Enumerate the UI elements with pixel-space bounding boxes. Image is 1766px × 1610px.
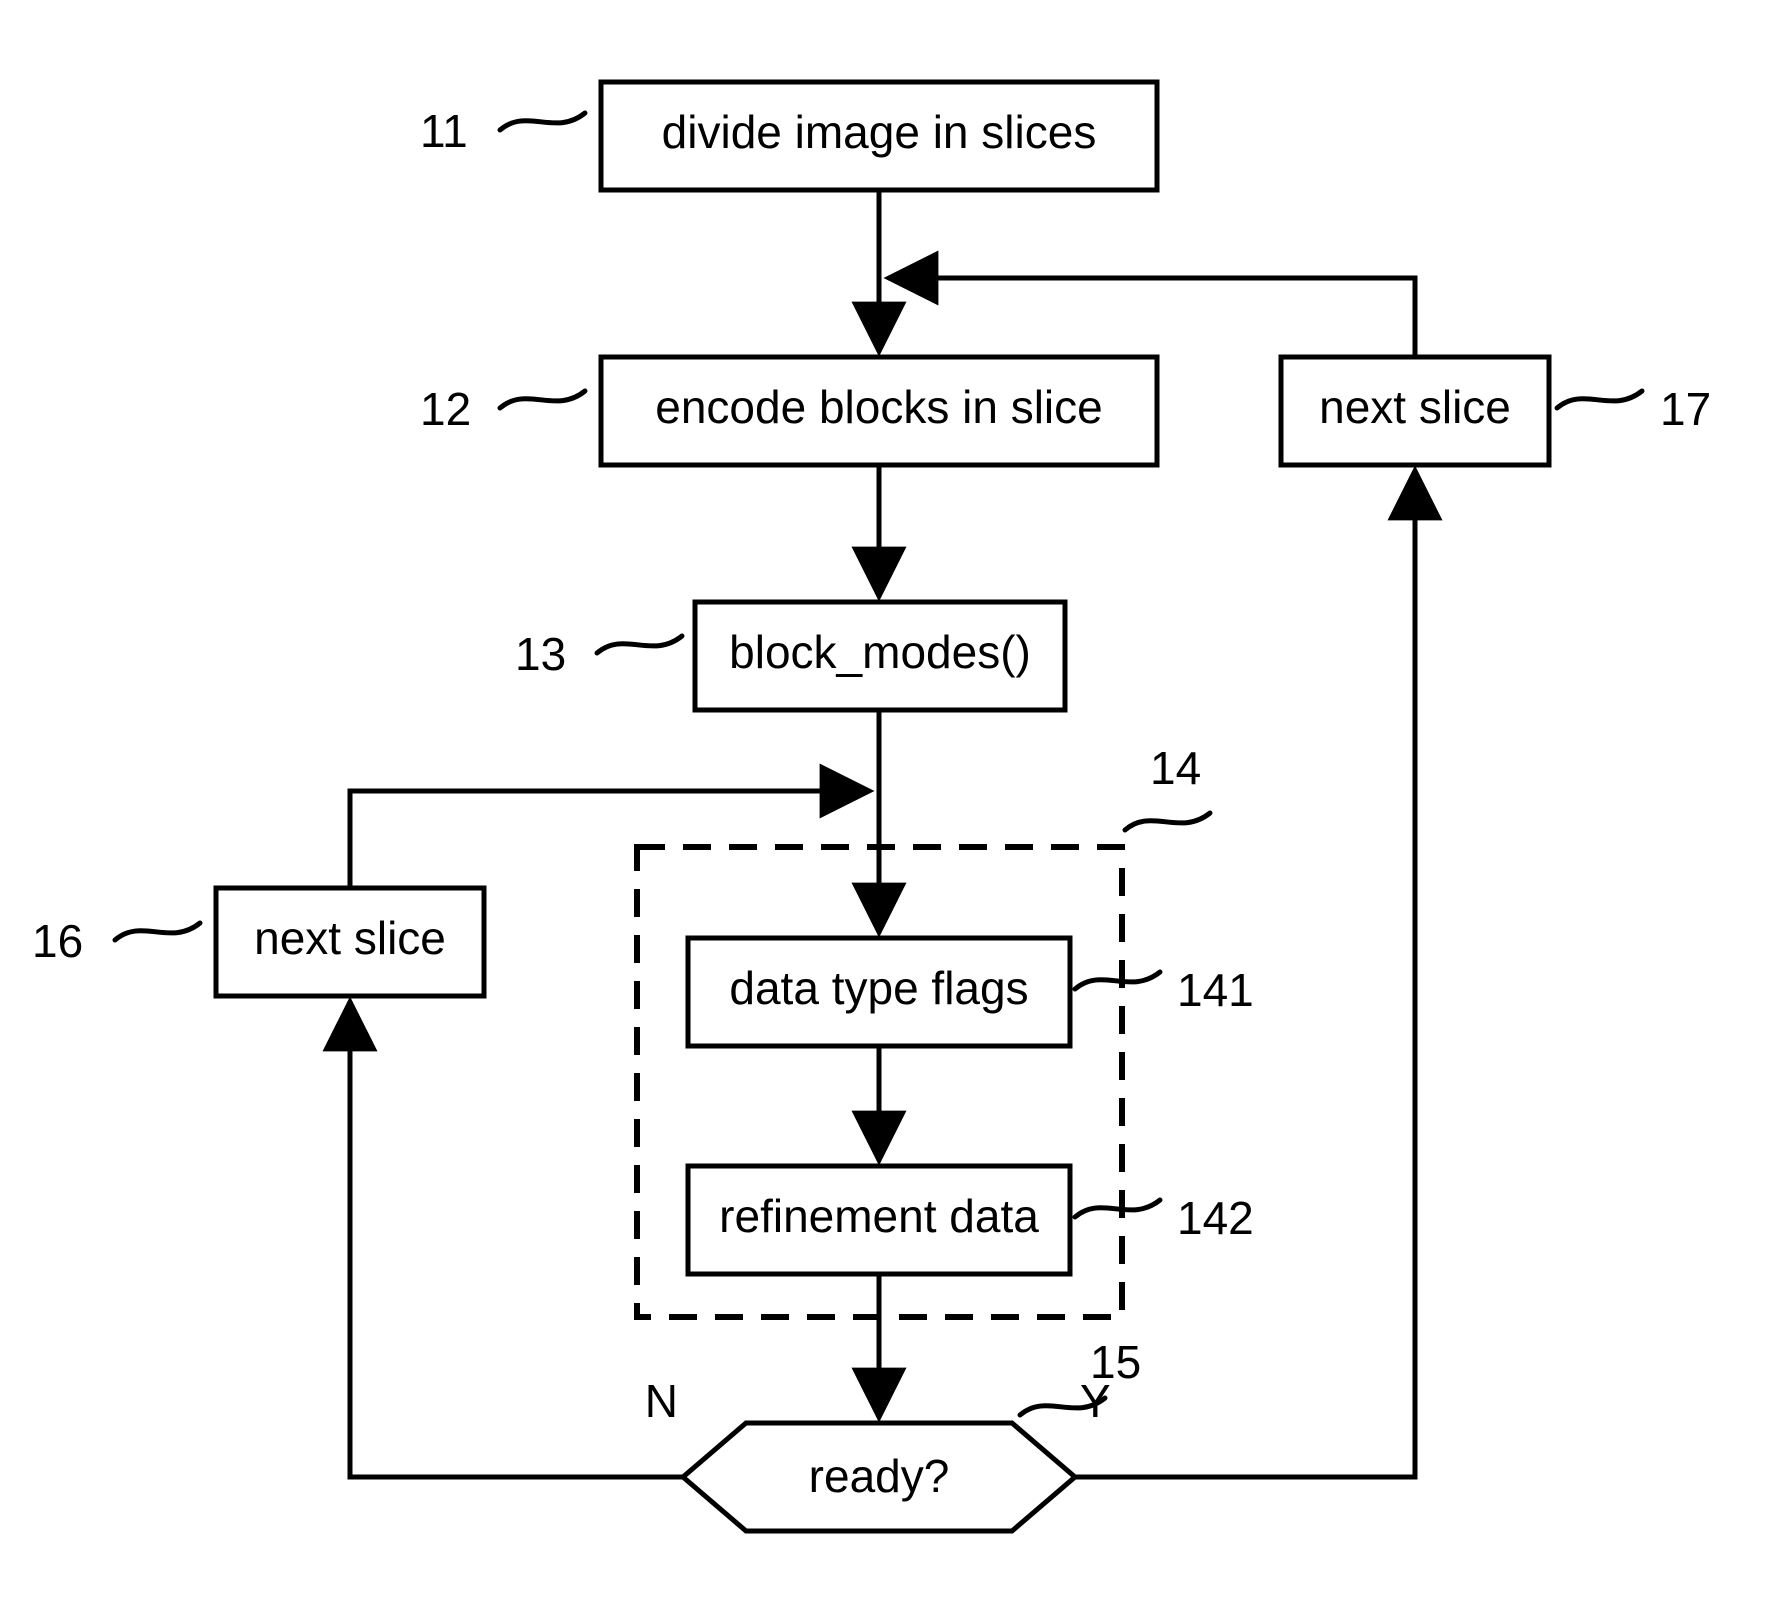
arrow-16-to-join: [350, 791, 870, 888]
label-13: 13: [515, 628, 566, 680]
node-15-text: ready?: [809, 1450, 950, 1502]
node-141-text: data type flags: [729, 962, 1028, 1014]
node-13-text: block_modes(): [729, 626, 1031, 678]
squiggle-13: [597, 636, 682, 653]
squiggle-142: [1075, 1200, 1160, 1217]
flowchart-diagram: divide image in slices 11 encode blocks …: [0, 0, 1766, 1610]
squiggle-12: [500, 391, 585, 408]
node-17-text: next slice: [1319, 381, 1511, 433]
arrow-15-to-16: [350, 1001, 683, 1477]
node-16-text: next slice: [254, 912, 446, 964]
label-11: 11: [420, 105, 468, 157]
label-17: 17: [1660, 383, 1711, 435]
arrow-17-to-join: [888, 278, 1415, 357]
label-16: 16: [32, 915, 83, 967]
node-12-text: encode blocks in slice: [655, 381, 1102, 433]
node-142-text: refinement data: [719, 1190, 1039, 1242]
label-141: 141: [1177, 964, 1254, 1016]
squiggle-141: [1075, 972, 1160, 989]
squiggle-14: [1125, 813, 1210, 830]
label-142: 142: [1177, 1192, 1254, 1244]
label-14: 14: [1150, 742, 1201, 794]
branch-label-n: N: [645, 1375, 678, 1427]
squiggle-17: [1557, 391, 1642, 408]
squiggle-16: [115, 923, 200, 940]
squiggle-11: [500, 113, 585, 130]
label-12: 12: [420, 383, 471, 435]
node-11-text: divide image in slices: [662, 106, 1097, 158]
branch-label-y: Y: [1080, 1375, 1111, 1427]
